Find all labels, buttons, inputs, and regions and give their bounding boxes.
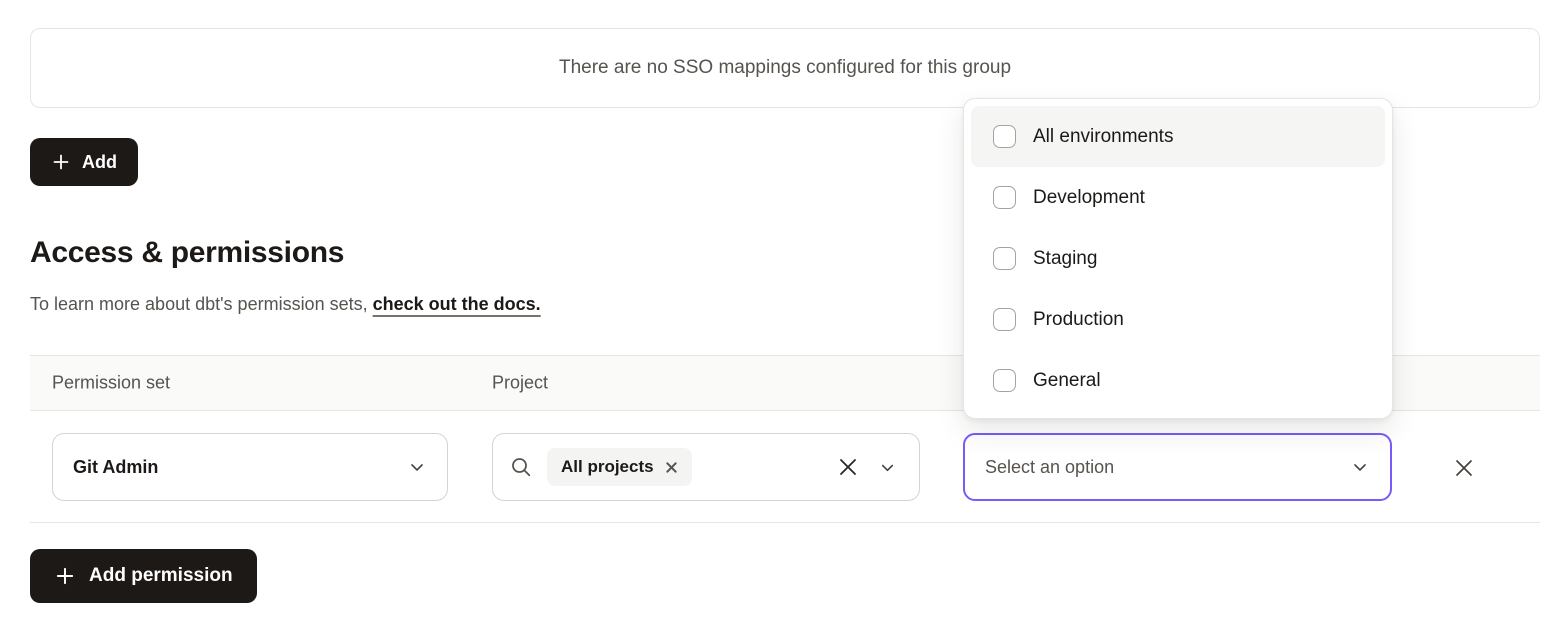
option-checkbox[interactable] xyxy=(993,308,1016,331)
dropdown-option-general[interactable]: General xyxy=(971,350,1385,411)
section-description: To learn more about dbt's permission set… xyxy=(30,294,541,315)
dropdown-option-all-environments[interactable]: All environments xyxy=(971,106,1385,167)
option-checkbox[interactable] xyxy=(993,125,1016,148)
environment-placeholder: Select an option xyxy=(985,457,1114,478)
sso-empty-message: There are no SSO mappings configured for… xyxy=(559,57,1011,79)
dropdown-option-staging[interactable]: Staging xyxy=(971,228,1385,289)
group-settings-page: There are no SSO mappings configured for… xyxy=(0,0,1560,628)
option-label: All environments xyxy=(1033,126,1173,148)
table-row-divider xyxy=(30,522,1540,523)
docs-link[interactable]: check out the docs. xyxy=(373,294,541,314)
permission-set-value: Git Admin xyxy=(73,457,158,478)
description-text: To learn more about dbt's permission set… xyxy=(30,294,368,314)
option-checkbox[interactable] xyxy=(993,247,1016,270)
column-header-project: Project xyxy=(492,373,548,394)
add-sso-mapping-button[interactable]: Add xyxy=(30,138,138,186)
chevron-down-icon xyxy=(407,457,427,477)
environment-select[interactable]: Select an option xyxy=(963,433,1392,501)
option-label: Staging xyxy=(1033,248,1097,270)
add-button-label: Add xyxy=(82,152,117,173)
environment-dropdown-menu: All environments Development Staging Pro… xyxy=(963,98,1393,419)
dropdown-option-production[interactable]: Production xyxy=(971,289,1385,350)
sso-mappings-empty-state: There are no SSO mappings configured for… xyxy=(30,28,1540,108)
page-title: Access & permissions xyxy=(30,236,344,270)
column-header-permission-set: Permission set xyxy=(52,373,170,394)
option-label: Development xyxy=(1033,187,1145,209)
plus-icon xyxy=(51,152,71,172)
option-checkbox[interactable] xyxy=(993,186,1016,209)
remove-tag-icon[interactable] xyxy=(665,461,678,474)
remove-permission-row-button[interactable] xyxy=(1448,452,1480,484)
option-label: General xyxy=(1033,370,1101,392)
plus-icon xyxy=(54,565,76,587)
clear-selection-icon[interactable] xyxy=(836,455,860,479)
option-label: Production xyxy=(1033,309,1124,331)
close-icon xyxy=(1449,453,1479,483)
project-tag-label: All projects xyxy=(561,457,654,477)
dropdown-option-development[interactable]: Development xyxy=(971,167,1385,228)
project-tag: All projects xyxy=(547,448,692,486)
add-permission-label: Add permission xyxy=(89,565,233,587)
chevron-down-icon xyxy=(1350,457,1370,477)
chevron-down-icon[interactable] xyxy=(878,458,897,477)
project-multiselect[interactable]: All projects xyxy=(492,433,920,501)
search-icon xyxy=(509,455,533,479)
add-permission-button[interactable]: Add permission xyxy=(30,549,257,603)
permission-set-select[interactable]: Git Admin xyxy=(52,433,448,501)
option-checkbox[interactable] xyxy=(993,369,1016,392)
